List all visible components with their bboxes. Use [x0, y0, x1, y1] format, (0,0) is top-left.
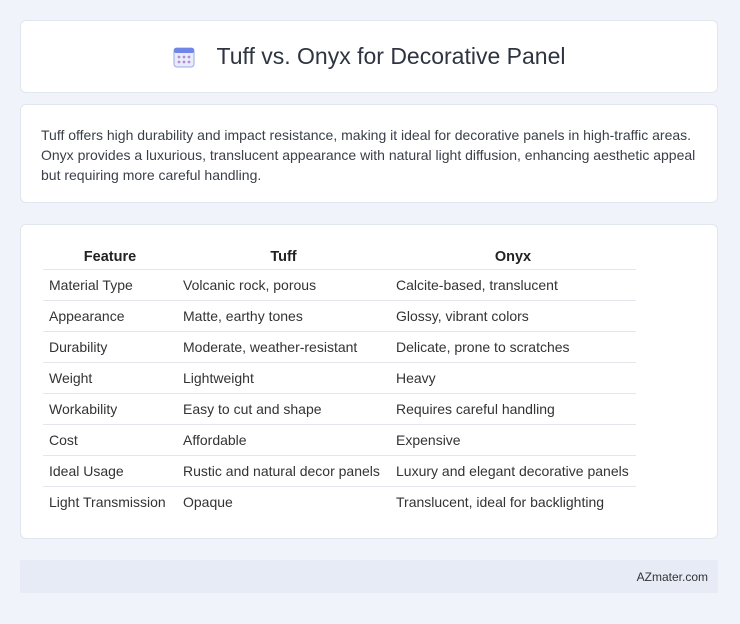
cell-tuff: Easy to cut and shape — [177, 393, 390, 424]
cell-tuff: Rustic and natural decor panels — [177, 455, 390, 486]
cell-feature: Material Type — [43, 269, 177, 300]
title-card: Tuff vs. Onyx for Decorative Panel — [20, 20, 718, 93]
cell-feature: Light Transmission — [43, 486, 177, 517]
cell-feature: Workability — [43, 393, 177, 424]
cell-feature: Appearance — [43, 300, 177, 331]
cell-onyx: Requires careful handling — [390, 393, 636, 424]
table-row: Cost Affordable Expensive — [43, 424, 636, 455]
header-feature: Feature — [83, 249, 137, 265]
summary-text: Tuff offers high durability and impact r… — [41, 127, 696, 183]
table-row: Workability Easy to cut and shape Requires… — [43, 393, 636, 424]
page-title: Tuff vs. Onyx for Decorative Panel — [216, 43, 566, 69]
header-tuff: Tuff — [270, 249, 297, 265]
cell-tuff: Volcanic rock, porous — [177, 269, 390, 300]
table-row: Appearance Matte, earthy tones Glossy, vib… — [43, 300, 636, 331]
cell-onyx: Delicate, prone to scratches — [390, 331, 636, 362]
table-row: Durability Moderate, weather-resistant Del… — [43, 331, 636, 362]
comparison-table: Feature Tuff Onyx Material Type Volcanic … — [43, 245, 636, 517]
cell-tuff: Lightweight — [177, 362, 390, 393]
cell-feature: Durability — [43, 331, 177, 362]
comparison-card: Feature Tuff Onyx Material Type Volcanic … — [20, 224, 718, 539]
summary-card: Tuff offers high durability and impact r… — [20, 104, 718, 203]
footer-brand: AZmater.com — [636, 569, 708, 584]
table-header-row: Feature Tuff Onyx — [43, 245, 636, 269]
cell-onyx: Glossy, vibrant colors — [390, 300, 636, 331]
cell-tuff: Moderate, weather-resistant — [177, 331, 390, 362]
cell-feature: Cost — [43, 424, 177, 455]
cell-feature: Ideal Usage — [43, 455, 177, 486]
table-row: Ideal Usage Rustic and natural decor pane… — [43, 455, 636, 486]
cell-tuff: Affordable — [177, 424, 390, 455]
cell-onyx: Translucent, ideal for backlighting — [390, 486, 636, 517]
cell-onyx: Heavy — [390, 362, 636, 393]
cell-feature: Weight — [43, 362, 177, 393]
table-row: Weight Lightweight Heavy — [43, 362, 636, 393]
cell-onyx: Expensive — [390, 424, 636, 455]
header-onyx: Onyx — [494, 249, 532, 265]
cell-tuff: Opaque — [177, 486, 390, 517]
cell-onyx: Luxury and elegant decorative panels — [390, 455, 636, 486]
table-row: Material Type Volcanic rock, porous Calcit… — [43, 269, 636, 300]
cell-tuff: Matte, earthy tones — [177, 300, 390, 331]
footer: AZmater.com — [20, 560, 718, 593]
calendar-grid-icon — [173, 47, 194, 67]
table-row: Light Transmission Opaque Translucent, ide… — [43, 486, 636, 517]
cell-onyx: Calcite-based, translucent — [390, 269, 636, 300]
